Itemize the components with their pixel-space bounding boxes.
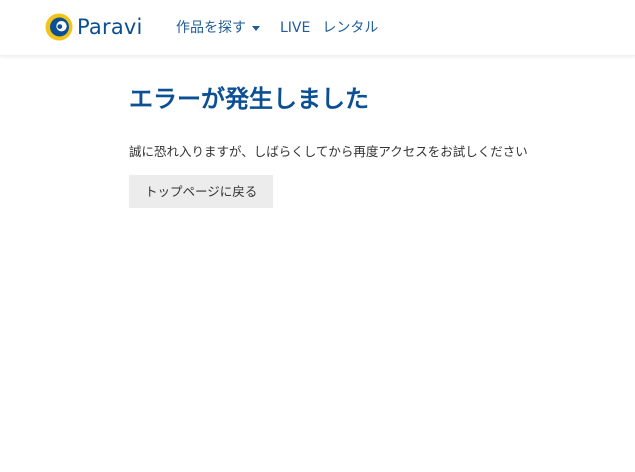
nav-live[interactable]: LIVE: [280, 17, 310, 39]
site-header: Paravi 作品を探す LIVE レンタル: [0, 0, 635, 56]
nav-browse-label: 作品を探す: [176, 20, 246, 36]
nav-live-label: LIVE: [280, 20, 311, 36]
nav-browse-dropdown[interactable]: 作品を探す: [176, 17, 260, 39]
back-to-top-button[interactable]: トップページに戻る: [129, 175, 274, 208]
nav-rental-label: レンタル: [322, 20, 379, 36]
paravi-logo-link[interactable]: Paravi: [44, 12, 143, 42]
paravi-logo-icon: [45, 13, 73, 41]
error-title: エラーが発生しました: [129, 85, 369, 113]
nav-rental[interactable]: レンタル: [322, 17, 378, 39]
error-content: エラーが発生しました 誠に恐れ入りますが、しばらくしてから再度アクセスをお試しく…: [129, 84, 528, 208]
logo-text: Paravi: [77, 15, 143, 39]
caret-down-icon: [252, 25, 260, 31]
main-nav: 作品を探す LIVE レンタル: [176, 17, 378, 39]
error-message: 誠に恐れ入りますが、しばらくしてから再度アクセスをお試しください: [129, 144, 528, 159]
